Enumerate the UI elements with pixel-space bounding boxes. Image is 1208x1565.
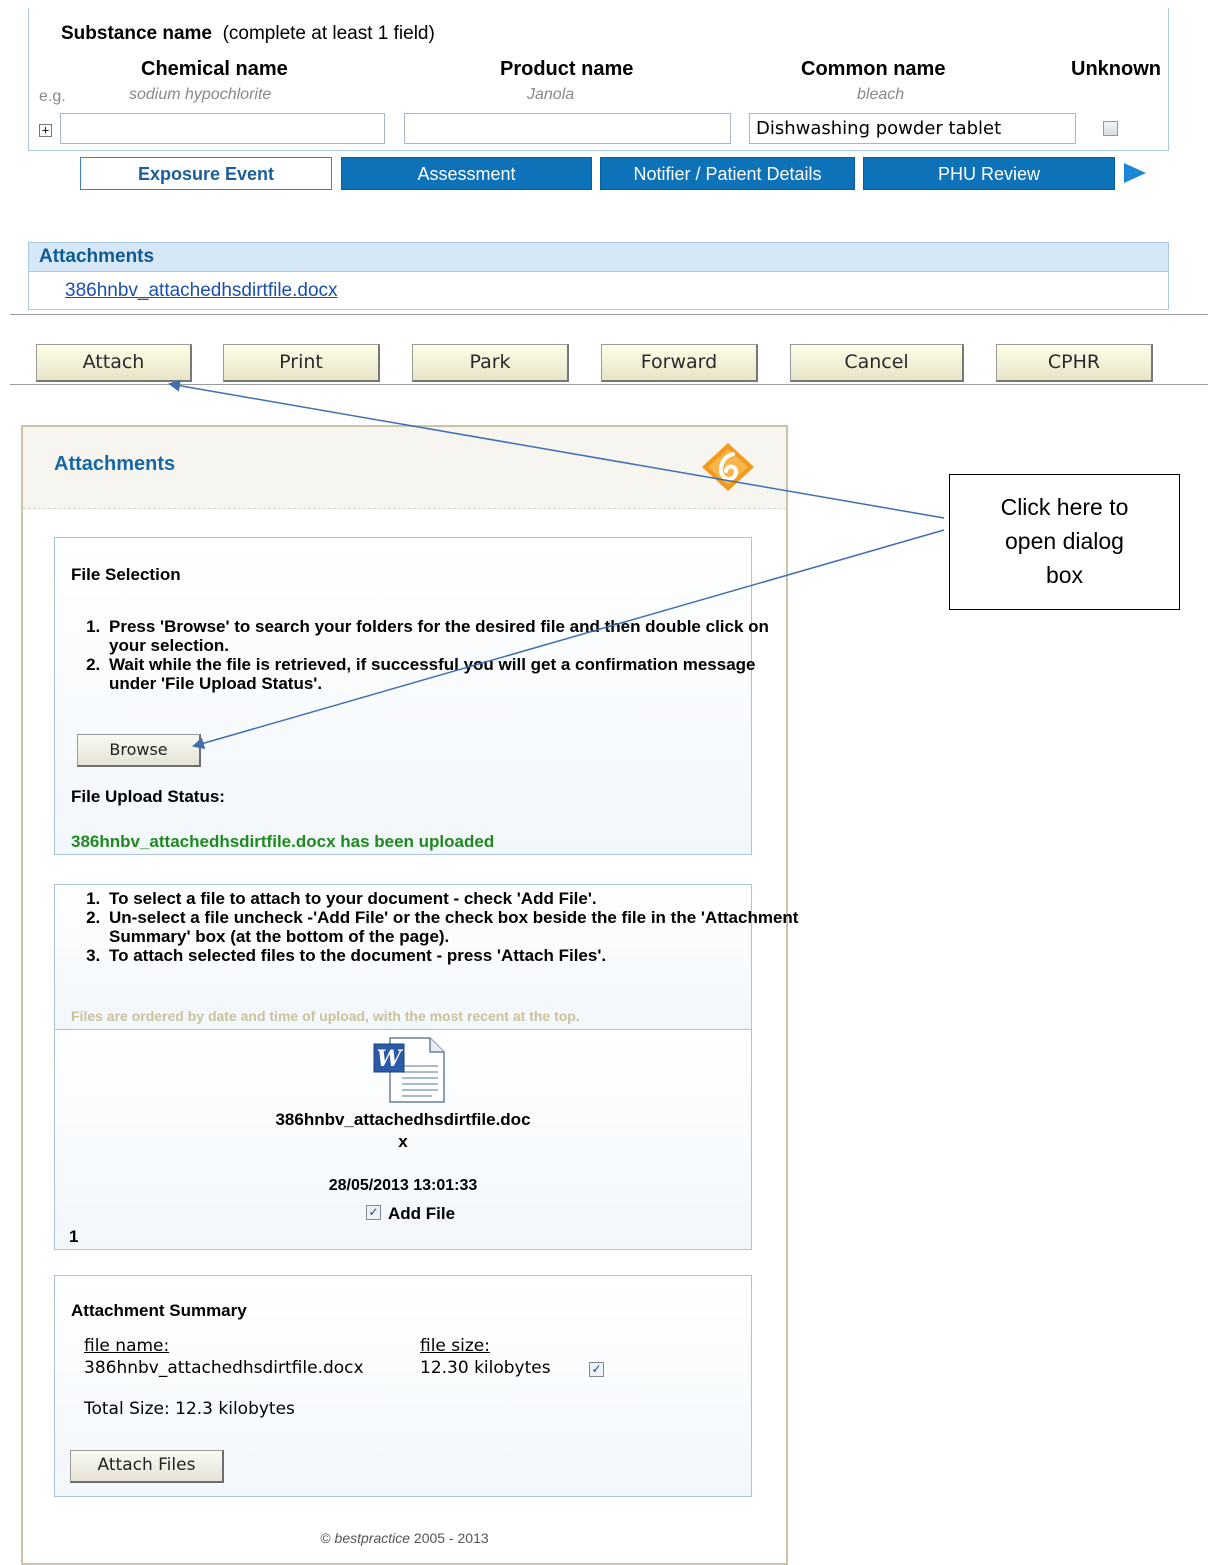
common-name-header: Common name bbox=[801, 58, 946, 80]
file-selection-title: File Selection bbox=[71, 565, 181, 584]
callout-line: box bbox=[1045, 562, 1084, 588]
file-selection-step: Wait while the file is retrieved, if suc… bbox=[105, 655, 785, 693]
file-selection-steps: Press 'Browse' to search your folders fo… bbox=[44, 617, 785, 693]
ordering-note: Files are ordered by date and time of up… bbox=[71, 1008, 580, 1024]
dialog-footer: © bestpractice 2005 - 2013 bbox=[21, 1530, 788, 1546]
svg-text:W: W bbox=[377, 1046, 404, 1072]
separator-line bbox=[10, 384, 1208, 385]
summary-file-name: 386hnbv_attachedhsdirtfile.docx bbox=[84, 1358, 364, 1378]
park-button[interactable]: Park bbox=[412, 344, 569, 382]
file-card-name: 386hnbv_attachedhsdirtfile.doc bbox=[275, 1110, 531, 1129]
forward-button[interactable]: Forward bbox=[601, 344, 758, 382]
attachments-header: Attachments bbox=[29, 243, 1168, 272]
unknown-checkbox[interactable] bbox=[1103, 121, 1118, 136]
file-selection-step: Press 'Browse' to search your folders fo… bbox=[105, 617, 785, 655]
browse-button[interactable]: Browse bbox=[77, 734, 201, 767]
footer-years: 2005 - 2013 bbox=[413, 1530, 489, 1546]
upload-status-message: 386hnbv_attachedhsdirtfile.docx has been… bbox=[71, 832, 495, 851]
callout-box: Click here to open dialog box bbox=[949, 474, 1180, 610]
bestpractice-logo-icon bbox=[702, 443, 754, 491]
attachments-panel: Attachments 386hnbv_attachedhsdirtfile.d… bbox=[28, 242, 1169, 310]
summary-title: Attachment Summary bbox=[71, 1301, 247, 1320]
product-name-input[interactable] bbox=[404, 113, 731, 144]
substance-title: Substance name bbox=[61, 23, 212, 44]
attach-button[interactable]: Attach bbox=[36, 344, 192, 382]
callout-line: open dialog bbox=[1005, 528, 1124, 554]
product-name-header: Product name bbox=[500, 58, 634, 80]
file-card-timestamp: 28/05/2013 13:01:33 bbox=[328, 1177, 478, 1194]
instruction-step: To select a file to attach to your docum… bbox=[105, 889, 805, 908]
chemical-name-input[interactable] bbox=[60, 113, 385, 144]
copyright-symbol: © bbox=[320, 1530, 331, 1546]
chemical-name-example: sodium hypochlorite bbox=[129, 86, 272, 103]
tab-phu-review[interactable]: PHU Review bbox=[863, 157, 1115, 190]
tab-assessment[interactable]: Assessment bbox=[341, 157, 592, 190]
upload-status-title: File Upload Status: bbox=[71, 787, 225, 806]
add-file-label: Add File bbox=[388, 1204, 456, 1223]
instruction-step: Un-select a file uncheck -'Add File' or … bbox=[105, 908, 805, 946]
summary-file-size: 12.30 kilobytes bbox=[420, 1358, 551, 1378]
common-name-input[interactable] bbox=[749, 113, 1076, 144]
file-size-header: file size: bbox=[420, 1336, 490, 1356]
instruction-steps: To select a file to attach to your docum… bbox=[44, 889, 805, 965]
file-card-index: 1 bbox=[69, 1227, 79, 1246]
unknown-header: Unknown bbox=[1071, 58, 1161, 80]
word-document-icon[interactable]: W bbox=[372, 1036, 446, 1104]
file-name-header: file name: bbox=[84, 1336, 170, 1356]
product-name-example: Janola bbox=[527, 86, 575, 103]
attach-files-button[interactable]: Attach Files bbox=[70, 1450, 224, 1483]
chemical-name-header: Chemical name bbox=[141, 58, 288, 80]
footer-brand: bestpractice bbox=[334, 1530, 411, 1546]
dialog-title: Attachments bbox=[54, 453, 176, 475]
expand-plus-icon[interactable]: + bbox=[39, 124, 52, 137]
instruction-step: To attach selected files to the document… bbox=[105, 946, 805, 965]
cphr-button[interactable]: CPHR bbox=[996, 344, 1153, 382]
summary-total-size: Total Size: 12.3 kilobytes bbox=[84, 1399, 295, 1419]
summary-file-checkbox[interactable]: ✓ bbox=[589, 1362, 604, 1377]
tab-notifier-patient-details[interactable]: Notifier / Patient Details bbox=[600, 157, 855, 190]
add-file-checkbox[interactable]: ✓ bbox=[366, 1205, 381, 1220]
print-button[interactable]: Print bbox=[223, 344, 380, 382]
cancel-button[interactable]: Cancel bbox=[790, 344, 964, 382]
substance-heading: Substance name (complete at least 1 fiel… bbox=[61, 23, 435, 45]
callout-line: Click here to bbox=[1000, 494, 1129, 520]
common-name-example: bleach bbox=[857, 86, 905, 103]
attachment-file-link[interactable]: 386hnbv_attachedhsdirtfile.docx bbox=[65, 280, 338, 301]
substance-hint: (complete at least 1 field) bbox=[222, 23, 435, 44]
file-card-name-continued: x bbox=[398, 1132, 408, 1151]
tab-exposure-event[interactable]: Exposure Event bbox=[80, 157, 332, 190]
play-right-arrow-icon[interactable] bbox=[1124, 163, 1146, 183]
example-label: e.g. bbox=[39, 88, 66, 105]
separator-line bbox=[10, 314, 1208, 315]
